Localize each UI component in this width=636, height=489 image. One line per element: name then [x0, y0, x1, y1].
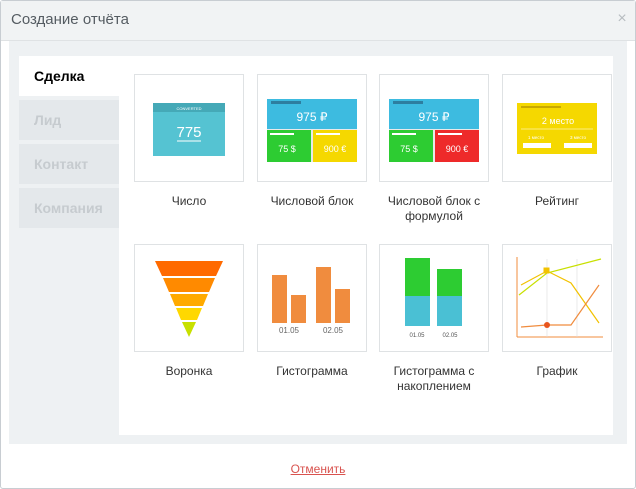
funnel-preview [134, 244, 244, 352]
dialog-footer: Отменить [1, 444, 635, 488]
tile-histogram[interactable]: 01.05 02.05 Гистограмма [257, 244, 367, 379]
tab-lead[interactable]: Лид [19, 100, 119, 140]
formula-block-left-value: 75 $ [400, 144, 418, 154]
formula-block-preview: 975 ₽ 75 $ 900 € [379, 74, 489, 182]
number-block-left-value: 75 $ [278, 144, 296, 154]
close-icon[interactable]: × [614, 11, 630, 27]
stacked-x1: 01.05 [409, 333, 425, 339]
number-preview-header: CONVERTED [176, 106, 201, 111]
tile-label: Гистограмма [276, 364, 348, 378]
rating-preview-left: 1 место [528, 135, 545, 140]
entity-tabs: Сделка Лид Контакт Компания [19, 56, 119, 232]
stacked-histogram-preview: 01.05 02.05 [379, 244, 489, 352]
tile-label: Гистограмма с накоплением [393, 364, 475, 393]
histogram-preview: 01.05 02.05 [257, 244, 367, 352]
tile-label: Числовой блок с формулой [387, 194, 481, 223]
tile-label: График [536, 364, 578, 378]
rating-preview: 2 место 1 место 3 место [502, 74, 612, 182]
tile-number-block[interactable]: 975 ₽ 75 $ 900 € Числовой блок [257, 74, 367, 209]
histogram-x1: 01.05 [279, 326, 300, 335]
tile-line-chart[interactable]: График [502, 244, 612, 379]
number-block-top-value: 975 ₽ [297, 110, 328, 124]
report-dialog: Создание отчёта × Сделка Лид Контакт Ком… [0, 0, 636, 489]
tile-number[interactable]: CONVERTED 775 Число [134, 74, 244, 209]
line-chart-preview [502, 244, 612, 352]
number-preview-value: 775 [176, 124, 201, 141]
tab-contact[interactable]: Контакт [19, 144, 119, 184]
rating-preview-headline: 2 место [542, 116, 574, 126]
stacked-x2: 02.05 [442, 333, 458, 339]
cancel-link[interactable]: Отменить [1, 462, 635, 476]
tile-rating[interactable]: 2 место 1 место 3 место Рейтинг [502, 74, 612, 209]
formula-block-right-value: 900 € [446, 144, 469, 154]
tile-stacked-histogram[interactable]: 01.05 02.05 Гистограмма с накоплением [379, 244, 489, 394]
tile-number-block-formula[interactable]: 975 ₽ 75 $ 900 € Числовой блок с формуло… [379, 74, 489, 224]
dialog-body: Сделка Лид Контакт Компания CONVERTED 77… [9, 41, 627, 444]
tile-label: Число [171, 194, 207, 208]
tab-deal[interactable]: Сделка [19, 56, 119, 96]
formula-block-top-value: 975 ₽ [419, 110, 450, 124]
tile-funnel[interactable]: Воронка [134, 244, 244, 379]
tile-label: Рейтинг [534, 194, 580, 208]
number-preview: CONVERTED 775 [134, 74, 244, 182]
report-type-grid: CONVERTED 775 Число 975 ₽ 75 $ 900 € Чис… [119, 56, 613, 435]
dialog-title: Создание отчёта [11, 11, 129, 28]
tab-company[interactable]: Компания [19, 188, 119, 228]
histogram-x2: 02.05 [323, 326, 344, 335]
dialog-header: Создание отчёта × [1, 1, 635, 41]
tile-label: Воронка [165, 364, 213, 378]
tile-label: Числовой блок [270, 194, 354, 208]
rating-preview-right: 3 место [570, 135, 587, 140]
number-block-right-value: 900 € [324, 144, 347, 154]
number-block-preview: 975 ₽ 75 $ 900 € [257, 74, 367, 182]
